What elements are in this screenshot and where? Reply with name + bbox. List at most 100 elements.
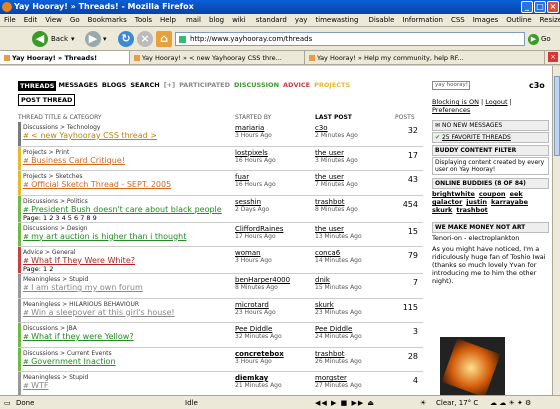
go-button[interactable]: ▶ Go — [528, 31, 556, 47]
thread-pages[interactable]: Page: 1 2 3 4 5 6 7 8 9 — [23, 214, 423, 222]
thread-last-poster[interactable]: dnik — [315, 276, 330, 284]
webdev-css[interactable]: CSS — [447, 16, 469, 24]
nav-discussion[interactable]: DISCUSSION — [232, 81, 281, 91]
back-button[interactable]: ◀ Back ▾ — [32, 30, 75, 48]
buddy-link[interactable]: eek — [510, 190, 523, 198]
blocking-link[interactable]: Blocking is ON — [432, 98, 479, 106]
thread-title-link[interactable]: # < new Yayhooray CSS thread > — [23, 131, 423, 140]
nav-search[interactable]: SEARCH — [128, 81, 161, 91]
thread-category[interactable]: Discussions > JBA — [23, 323, 423, 332]
thread-category[interactable]: Discussions > Politics — [23, 196, 423, 205]
thread-title-link[interactable]: # What if they were Yellow? — [23, 332, 423, 341]
webdev-outline[interactable]: Outline — [502, 16, 535, 24]
thread-category[interactable]: Meaningless > Stupid — [23, 274, 423, 283]
forward-dropdown-icon[interactable]: ▾ — [103, 35, 107, 43]
thread-starter[interactable]: diemkay — [235, 374, 268, 382]
thread-starter[interactable]: mariaria — [235, 124, 264, 132]
scrollbar-thumb[interactable] — [554, 76, 560, 156]
nav-participated[interactable]: PARTICIPATED — [177, 81, 232, 91]
logout-link[interactable]: Logout — [485, 98, 507, 106]
thread-title-link[interactable]: # Win a sleepover at this girl's house! — [23, 308, 423, 317]
thread-starter[interactable]: fuar — [235, 173, 249, 181]
thread-last-poster[interactable]: the user — [315, 225, 344, 233]
favorites-link[interactable]: 25 FAVORITE THREADS — [442, 134, 511, 141]
thread-last-poster[interactable]: conca6 — [315, 249, 340, 257]
tab-css-thread[interactable]: Yay Hooray! » < new Yayhooray CSS thre..… — [130, 51, 305, 64]
thread-pages[interactable]: Page: 1 2 — [23, 265, 423, 273]
thread-category[interactable]: Projects > Print — [23, 147, 423, 156]
thread-title-link[interactable]: # I am starting my own forum — [23, 283, 423, 292]
reload-button[interactable]: ↻ — [118, 30, 134, 48]
thread-starter[interactable]: lostpixels — [235, 149, 268, 157]
nav-blogs[interactable]: BLOGS — [100, 81, 128, 91]
favorites-box[interactable]: ✔ 25 FAVORITE THREADS — [432, 132, 549, 143]
thread-last-poster[interactable]: the user — [315, 173, 344, 181]
close-tab-icon[interactable]: × — [548, 52, 558, 62]
thread-category[interactable]: Meaningless > Stupid — [23, 372, 423, 381]
tab-help-community[interactable]: Yay Hooray! » Help my community, help RF… — [305, 51, 545, 64]
buddy-link[interactable]: justin — [466, 198, 487, 206]
maximize-icon[interactable]: □ — [534, 1, 546, 13]
thread-starter[interactable]: woman — [235, 249, 261, 257]
thread-title-link[interactable]: # Official Sketch Thread - SEPT. 2005 — [23, 180, 423, 189]
buddy-link[interactable]: coupon — [479, 190, 506, 198]
thread-starter[interactable]: concretebox — [235, 350, 284, 358]
thread-title-link[interactable]: # my art auction is higher than i though… — [23, 232, 423, 241]
thread-title-link[interactable]: # Business Card Critique! — [23, 156, 423, 165]
menu-go[interactable]: Go — [66, 16, 84, 24]
menu-edit[interactable]: Edit — [20, 16, 42, 24]
thread-starter[interactable]: Pee Diddle — [235, 325, 272, 333]
nav-messages[interactable]: MESSAGES — [56, 81, 99, 91]
bookmark-mail[interactable]: mail — [182, 16, 205, 24]
back-dropdown-icon[interactable]: ▾ — [71, 35, 75, 43]
ad-title[interactable]: Tenori-on - electroplankton — [432, 234, 549, 242]
webdev-images[interactable]: Images — [469, 16, 503, 24]
menu-tools[interactable]: Tools — [131, 16, 156, 24]
thread-starter[interactable]: benHarper4000 — [235, 276, 290, 284]
nav-advice[interactable]: ADVICE — [281, 81, 312, 91]
minimize-icon[interactable]: _ — [521, 1, 533, 13]
thread-category[interactable]: Meaningless > HILARIOUS BEHAVIOUR — [23, 299, 423, 308]
search-input[interactable]: yay hooray! — [432, 81, 470, 90]
forward-button[interactable]: ▶ ▾ — [85, 30, 107, 48]
preferences-link[interactable]: Preferences — [432, 106, 470, 114]
close-icon[interactable]: × — [547, 1, 559, 13]
webdev-resize[interactable]: Resize — [536, 16, 560, 24]
thread-starter[interactable]: CliffordRaines — [235, 225, 283, 233]
thread-title-link[interactable]: # Government Inaction — [23, 357, 423, 366]
thread-starter[interactable]: microtard — [235, 301, 269, 309]
thread-last-poster[interactable]: the user — [315, 149, 344, 157]
thread-last-poster[interactable]: trashbot — [315, 198, 344, 206]
home-button[interactable]: ⌂ — [156, 30, 172, 48]
thread-last-poster[interactable]: morgster — [315, 374, 347, 382]
webdev-information[interactable]: Information — [398, 16, 447, 24]
buddy-link[interactable]: skurk — [432, 206, 452, 214]
thread-last-poster[interactable]: Pee Diddle — [315, 325, 352, 333]
vertical-scrollbar[interactable] — [552, 66, 560, 395]
nav-projects[interactable]: PROJECTS — [312, 81, 352, 91]
webdev-disable[interactable]: Disable — [364, 16, 398, 24]
thread-last-poster[interactable]: c3o — [315, 124, 328, 132]
bookmark-standard[interactable]: standard — [252, 16, 291, 24]
thread-title-link[interactable]: # What If They Were White? — [23, 256, 423, 265]
messages-box[interactable]: ✉ NO NEW MESSAGES — [432, 120, 549, 131]
tray-icons[interactable]: ☁ ☁ ☀ ✦ ⚙ — [490, 399, 531, 407]
thread-last-poster[interactable]: skurk — [315, 301, 334, 309]
nav-expand[interactable]: [+] — [162, 81, 177, 91]
menu-file[interactable]: File — [0, 16, 20, 24]
bookmark-blog[interactable]: blog — [205, 16, 228, 24]
media-controls-icon[interactable]: ◀◀ ▶ ■ ▶▶ ⏏ — [315, 399, 375, 407]
username[interactable]: c3o — [529, 81, 545, 90]
thread-category[interactable]: Discussions > Current Events — [23, 348, 423, 357]
menu-help[interactable]: Help — [156, 16, 180, 24]
buddy-link[interactable]: galactor — [432, 198, 462, 206]
thread-category[interactable]: Discussions > Technology — [23, 122, 423, 131]
thread-title-link[interactable]: # WTF — [23, 381, 423, 390]
menu-bookmarks[interactable]: Bookmarks — [84, 16, 131, 24]
thread-title-link[interactable]: # President Bush doesn't care about blac… — [23, 205, 423, 214]
url-bar[interactable]: http://www.yayhooray.com/threads — [175, 32, 525, 46]
nav-threads[interactable]: THREADS — [18, 81, 57, 91]
bookmark-timewasting[interactable]: timewasting — [311, 16, 362, 24]
stop-button[interactable]: × — [137, 30, 153, 48]
menu-view[interactable]: View — [41, 16, 66, 24]
